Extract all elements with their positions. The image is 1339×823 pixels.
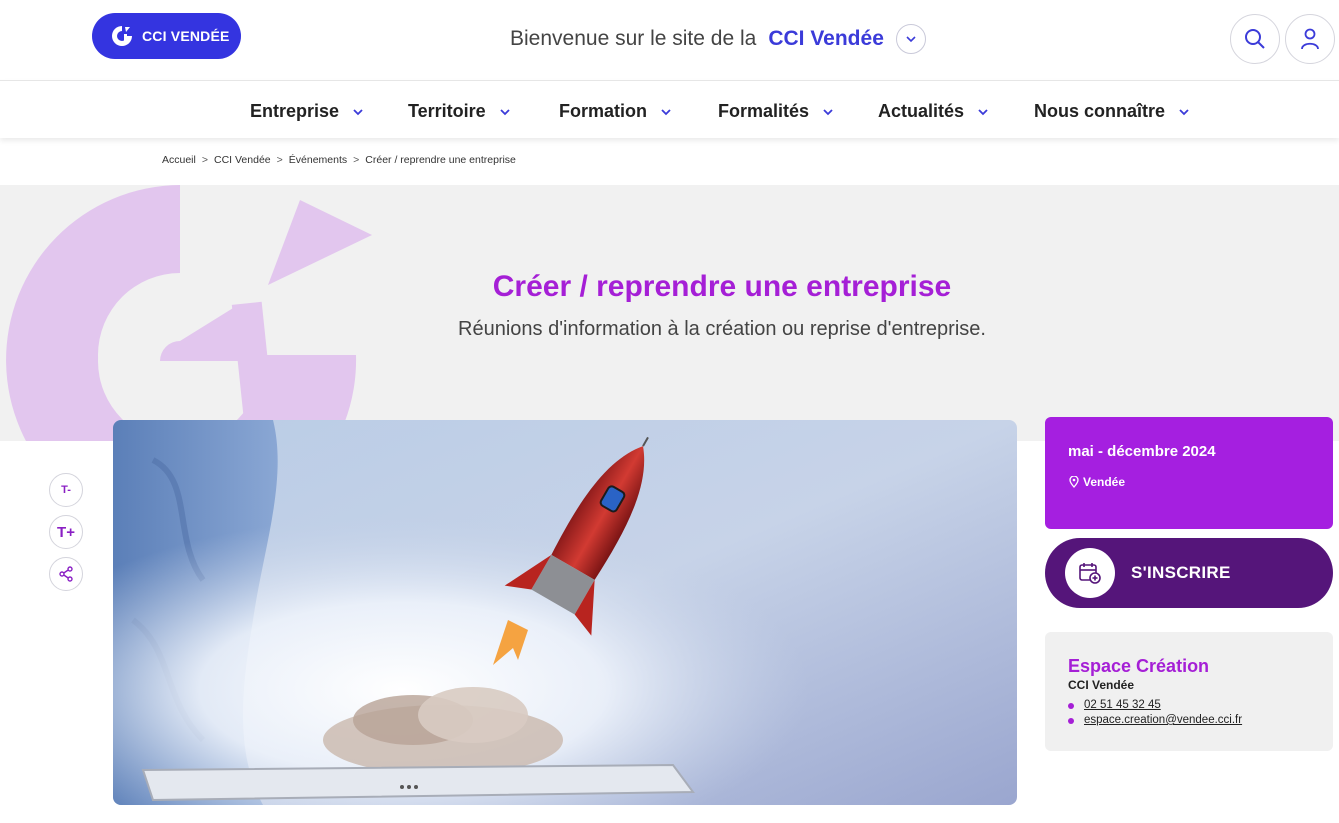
search-icon bbox=[1245, 29, 1265, 49]
page-title: Créer / reprendre une entreprise bbox=[492, 270, 952, 303]
breadcrumb-separator: > bbox=[353, 154, 360, 166]
user-icon bbox=[1301, 28, 1319, 50]
chevron-down-icon bbox=[978, 108, 988, 115]
nav-item-entreprise[interactable]: Entreprise bbox=[250, 101, 363, 122]
nav-item-formation[interactable]: Formation bbox=[559, 101, 671, 122]
site-selector-button[interactable] bbox=[895, 24, 926, 54]
event-location-label: Vendée bbox=[1083, 475, 1126, 489]
search-button[interactable] bbox=[1230, 14, 1280, 64]
share-icon bbox=[59, 566, 73, 582]
breadcrumb-separator: > bbox=[276, 154, 283, 166]
nav-label: Territoire bbox=[408, 101, 486, 121]
breadcrumb-link[interactable]: CCI Vendée bbox=[214, 154, 271, 166]
top-header: CCI VENDÉE Bienvenue sur le site de la C… bbox=[0, 0, 1339, 78]
chevron-down-icon bbox=[500, 108, 510, 115]
calendar-add-icon-wrapper bbox=[1065, 548, 1115, 598]
nav-item-territoire[interactable]: Territoire bbox=[408, 101, 510, 122]
nav-label: Nous connaître bbox=[1034, 101, 1166, 121]
nav-label: Formation bbox=[559, 101, 647, 121]
chevron-down-icon bbox=[906, 36, 916, 43]
chevron-down-icon bbox=[661, 108, 671, 115]
nav-label: Formalités bbox=[718, 101, 810, 121]
register-label: S'INSCRIRE bbox=[1131, 563, 1231, 582]
contact-email-link[interactable]: espace.creation@vendee.cci.fr bbox=[1084, 713, 1242, 728]
contact-title: Espace Création bbox=[1068, 656, 1210, 676]
hero-banner: Créer / reprendre une entreprise Réunion… bbox=[0, 185, 1339, 441]
breadcrumb: Accueil > CCI Vendée > Événements > Crée… bbox=[162, 154, 516, 166]
nav-item-nous-connaitre[interactable]: Nous connaître bbox=[1034, 101, 1189, 122]
account-button[interactable] bbox=[1285, 14, 1335, 64]
contact-organization: CCI Vendée bbox=[1068, 678, 1135, 692]
nav-item-formalites[interactable]: Formalités bbox=[718, 101, 833, 122]
page-subtitle: Réunions d'information à la création ou … bbox=[458, 318, 986, 340]
cci-logo-icon bbox=[112, 26, 132, 46]
share-button[interactable] bbox=[49, 557, 83, 591]
bullet-icon bbox=[1068, 717, 1074, 724]
breadcrumb-link[interactable]: Événements bbox=[289, 154, 347, 166]
event-image bbox=[113, 420, 1017, 805]
cci-watermark-icon bbox=[6, 185, 372, 441]
event-date-card: mai - décembre 2024 Vendée bbox=[1045, 417, 1333, 529]
chevron-down-icon bbox=[823, 108, 833, 115]
event-location: Vendée bbox=[1069, 475, 1125, 489]
register-button[interactable]: S'INSCRIRE bbox=[1045, 538, 1333, 608]
nav-item-actualites[interactable]: Actualités bbox=[878, 101, 988, 122]
breadcrumb-current: Créer / reprendre une entreprise bbox=[365, 154, 516, 166]
event-date: mai - décembre 2024 bbox=[1068, 443, 1216, 460]
location-pin-icon bbox=[1069, 476, 1079, 488]
contact-list: 02 51 45 32 45 espace.creation@vendee.cc… bbox=[1068, 698, 1242, 728]
contact-phone-link[interactable]: 02 51 45 32 45 bbox=[1084, 698, 1161, 713]
nav-label: Entreprise bbox=[250, 101, 340, 121]
contact-card: Espace Création CCI Vendée 02 51 45 32 4… bbox=[1045, 632, 1333, 751]
welcome-message: Bienvenue sur le site de la CCI Vendée bbox=[510, 24, 926, 54]
welcome-text: Bienvenue sur le site de la bbox=[510, 27, 757, 50]
breadcrumb-separator: > bbox=[201, 154, 208, 166]
text-increase-button[interactable]: T+ bbox=[49, 515, 83, 549]
chevron-down-icon bbox=[353, 108, 363, 115]
rocket-tablet-illustration bbox=[113, 420, 1017, 805]
welcome-brand: CCI Vendée bbox=[768, 27, 884, 50]
chevron-down-icon bbox=[1179, 108, 1189, 115]
calendar-add-icon bbox=[1079, 563, 1101, 584]
text-decrease-button[interactable]: T- bbox=[49, 473, 83, 507]
logo-text: CCI VENDÉE bbox=[142, 28, 230, 44]
breadcrumb-link[interactable]: Accueil bbox=[162, 154, 196, 166]
nav-label: Actualités bbox=[878, 101, 965, 121]
main-navigation: Entreprise Territoire Formation Formalit… bbox=[0, 80, 1339, 138]
bullet-icon bbox=[1068, 702, 1074, 709]
contact-email-item: espace.creation@vendee.cci.fr bbox=[1068, 713, 1242, 728]
cci-logo[interactable]: CCI VENDÉE bbox=[92, 13, 241, 59]
contact-phone-item: 02 51 45 32 45 bbox=[1068, 698, 1242, 713]
